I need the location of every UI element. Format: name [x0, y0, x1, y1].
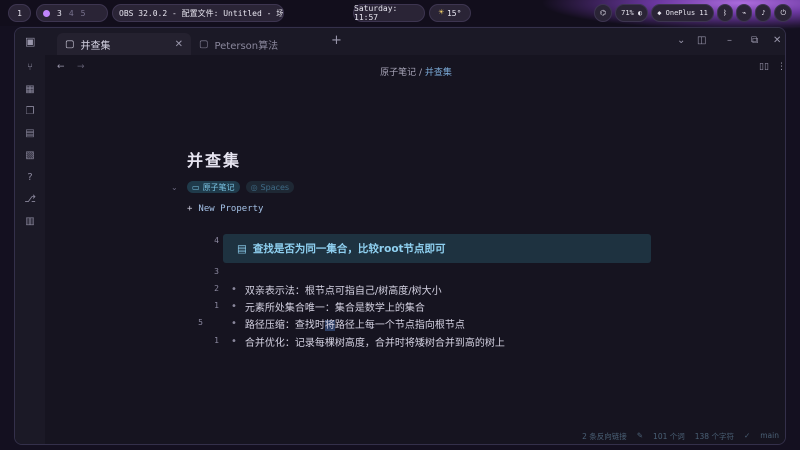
new-property-button[interactable]: + New Property — [187, 204, 263, 214]
breadcrumb: 原子笔记 / 并查集 — [380, 68, 452, 78]
graph-icon[interactable]: ⑂ — [24, 62, 36, 74]
tray-icon[interactable]: ⌬ — [594, 4, 613, 22]
bluetooth-icon[interactable]: ᛒ — [716, 4, 734, 22]
new-tab-icon[interactable]: + — [331, 33, 342, 48]
file-icon: ▢ — [199, 38, 209, 50]
desktop-top-bar: 1 3 4 5 OBS 32.0.2 - 配置文件: Untitled - 场景… — [0, 0, 800, 30]
line-number: 2 — [214, 284, 219, 293]
clock[interactable]: Saturday: 11:57 — [353, 4, 425, 22]
workspace-4[interactable]: 4 — [69, 9, 74, 18]
active-workspace-dot-icon — [43, 9, 50, 17]
help-icon[interactable]: ? — [24, 172, 36, 184]
line-number: 1 — [214, 336, 219, 345]
maximize-icon[interactable]: ⧉ — [751, 35, 758, 46]
status-bar: 2 条反向链接 ✎ 101 个词 138 个字符 ✓ main — [582, 431, 779, 442]
collapse-chevron-icon[interactable]: ⌄ — [171, 183, 178, 192]
calendar-icon[interactable]: ▥ — [24, 216, 36, 228]
clipboard-icon: ▤ — [237, 242, 247, 255]
editor-pane: ← → 原子笔记 / 并查集 ▯▯ ⋮ 并查集 ⌄ ▭ 原子笔记 ◎ Spaces … — [45, 55, 785, 444]
workspace-active[interactable]: 1 — [8, 4, 31, 22]
left-ribbon: ⑂ ▦ ❐ ▤ ▧ ? ⎇ ▥ — [15, 55, 45, 444]
properties-row: ⌄ ▭ 原子笔记 ◎ Spaces — [171, 181, 295, 193]
network-icon[interactable]: ⌁ — [736, 4, 753, 22]
char-count: 138 个字符 — [694, 432, 734, 441]
file-icon: ▢ — [65, 38, 75, 50]
nav-row: ← → 原子笔记 / 并查集 ▯▯ ⋮ — [45, 61, 785, 81]
minimize-icon[interactable]: – — [727, 35, 732, 46]
power-icon[interactable]: ⏻ — [774, 4, 792, 22]
git-icon[interactable]: ⎇ — [24, 194, 36, 206]
terminal-icon[interactable]: ▧ — [24, 150, 36, 162]
check-icon: ✓ — [743, 431, 751, 440]
close-window-icon[interactable]: ✕ — [773, 35, 781, 46]
system-tray: ⌬ 71% ◐ ◆ OnePlus 11 ᛒ ⌁ ♪ ⏻ — [594, 4, 792, 22]
workspace-switcher[interactable]: 3 4 5 — [36, 4, 108, 22]
breadcrumb-parent[interactable]: 原子笔记 — [380, 68, 416, 78]
line-number: 4 — [214, 236, 219, 245]
word-count: 101 个词 — [653, 432, 685, 441]
tab-note-active[interactable]: ▢ 并查集 ✕ — [57, 33, 191, 55]
device-indicator[interactable]: ◆ OnePlus 11 — [651, 4, 714, 22]
plus-icon: + — [187, 204, 193, 214]
close-tab-icon[interactable]: ✕ — [175, 39, 183, 50]
chevron-down-icon[interactable]: ⌄ — [677, 35, 685, 46]
edit-icon[interactable]: ✎ — [637, 431, 643, 442]
line-number: 3 — [214, 267, 219, 276]
volume-icon[interactable]: ♪ — [755, 4, 772, 22]
line-number: 5 — [198, 318, 203, 327]
sidebar-toggle-icon[interactable]: ▣ — [25, 35, 35, 48]
tag-spaces[interactable]: ◎ Spaces — [245, 181, 295, 193]
note-title[interactable]: 并查集 — [187, 147, 241, 171]
templates-icon[interactable]: ▤ — [24, 128, 36, 140]
list-item[interactable]: • 合并优化：记录每棵树高度，合并时将矮树合并到高的树上 — [231, 334, 505, 349]
sun-icon: ☀ — [438, 8, 444, 18]
more-options-icon[interactable]: ⋮ — [777, 62, 785, 72]
list-item[interactable]: • 双亲表示法：根节点可指自己/树高度/树大小 — [231, 282, 442, 297]
backlinks-count[interactable]: 2 条反向链接 — [582, 431, 627, 442]
list-item[interactable]: • 路径压缩：查找时将路径上每一个节点指向根节点 — [231, 316, 465, 331]
tab-note-peterson[interactable]: ▢ Peterson算法 — [191, 33, 323, 55]
breadcrumb-current[interactable]: 并查集 — [425, 68, 452, 78]
text-selection: 将 — [324, 320, 335, 331]
battery-indicator[interactable]: 71% ◐ — [615, 4, 649, 22]
callout-block[interactable]: ▤ 查找是否为同一集合，比较root节点即可 — [223, 234, 651, 263]
tab-strip: ▣ ▢ 并查集 ✕ ▢ Peterson算法 + ⌄ ◫ – ⧉ ✕ — [15, 28, 785, 55]
copy-icon[interactable]: ❐ — [24, 106, 36, 118]
folder-icon: ▭ — [192, 182, 200, 192]
obsidian-window: ▣ ▢ 并查集 ✕ ▢ Peterson算法 + ⌄ ◫ – ⧉ ✕ ⑂ ▦ ❐… — [14, 27, 786, 445]
reading-view-icon[interactable]: ▯▯ — [759, 62, 769, 72]
workspace-5[interactable]: 5 — [81, 9, 86, 18]
workspace-3[interactable]: 3 — [57, 9, 62, 18]
list-item[interactable]: • 元素所处集合唯一：集合是数学上的集合 — [231, 299, 425, 314]
split-view-icon[interactable]: ◫ — [697, 35, 706, 46]
link-icon: ◎ — [250, 182, 258, 192]
canvas-icon[interactable]: ▦ — [24, 84, 36, 96]
active-window-title: OBS 32.0.2 - 配置文件: Untitled - 场景: Un… — [112, 4, 284, 22]
line-number: 1 — [214, 301, 219, 310]
git-branch[interactable]: main — [760, 431, 779, 442]
weather[interactable]: ☀ 15° — [429, 4, 471, 22]
tag-atomic-notes[interactable]: ▭ 原子笔记 — [187, 181, 240, 193]
